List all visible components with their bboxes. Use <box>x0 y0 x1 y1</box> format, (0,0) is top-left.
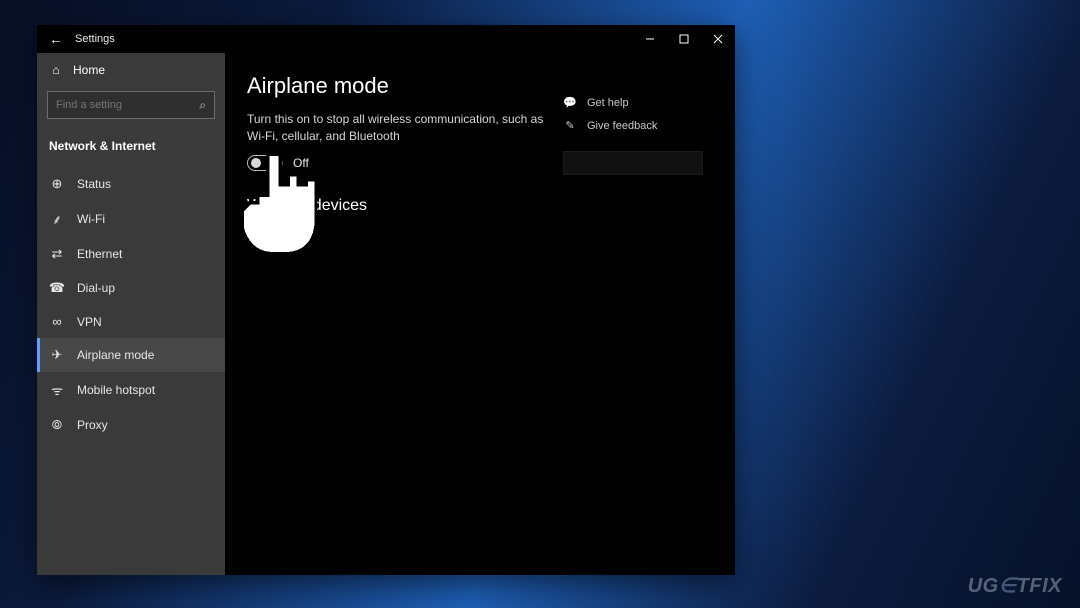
sidebar-item-label: Airplane mode <box>77 348 154 362</box>
proxy-icon: ⦾ <box>49 417 65 433</box>
window-controls <box>633 25 735 53</box>
sidebar-item-proxy[interactable]: ⦾ Proxy <box>37 408 225 442</box>
help-icon: 💬 <box>563 96 577 109</box>
airplane-toggle-label: Off <box>293 156 309 170</box>
status-icon: ⊕ <box>49 176 65 192</box>
sidebar-item-label: Ethernet <box>77 247 122 261</box>
page-description: Turn this on to stop all wireless commun… <box>247 111 563 145</box>
sidebar-item-label: Wi-Fi <box>77 212 105 226</box>
close-icon <box>713 34 723 44</box>
sidebar-item-ethernet[interactable]: ⇄ Ethernet <box>37 237 225 271</box>
sidebar-item-label: VPN <box>77 315 102 329</box>
hotspot-icon: ᯤ <box>49 381 65 399</box>
close-button[interactable] <box>701 25 735 53</box>
give-feedback-label: Give feedback <box>587 120 657 132</box>
give-feedback-link[interactable]: ✎ Give feedback <box>563 114 713 137</box>
sidebar-section-header: Network & Internet <box>37 129 225 161</box>
hidden-action-button[interactable] <box>563 151 703 175</box>
sidebar-item-dial-up[interactable]: ☎ Dial-up <box>37 271 225 305</box>
sidebar-item-label: Dial-up <box>77 281 115 295</box>
settings-window: ← Settings ⌂ Home ⌕ Network & Int <box>37 25 735 575</box>
sidebar-item-status[interactable]: ⊕ Status <box>37 167 225 201</box>
get-help-link[interactable]: 💬 Get help <box>563 91 713 114</box>
airplane-icon: ✈ <box>49 347 65 363</box>
minimize-icon <box>645 34 655 44</box>
content-area: Airplane mode Turn this on to stop all w… <box>225 53 735 575</box>
wireless-devices-header: Wireless devices <box>247 197 563 215</box>
window-body: ⌂ Home ⌕ Network & Internet ⊕ Status ⸙ Wi-F… <box>37 53 735 575</box>
wifi-icon: ⸙ <box>49 210 65 228</box>
watermark: UG∈TFIX <box>968 573 1062 598</box>
search-field[interactable] <box>56 99 199 111</box>
sidebar: ⌂ Home ⌕ Network & Internet ⊕ Status ⸙ Wi-F… <box>37 53 225 575</box>
airplane-toggle-row: Off <box>247 155 563 171</box>
feedback-icon: ✎ <box>563 119 577 132</box>
home-label: Home <box>73 63 105 77</box>
dialup-icon: ☎ <box>49 280 65 296</box>
sidebar-item-label: Mobile hotspot <box>77 383 155 397</box>
side-action-panel: 💬 Get help ✎ Give feedback <box>563 67 713 557</box>
page-title: Airplane mode <box>247 73 563 99</box>
search-input[interactable]: ⌕ <box>47 91 215 119</box>
airplane-toggle[interactable] <box>247 155 283 171</box>
sidebar-item-vpn[interactable]: ∞ VPN <box>37 305 225 338</box>
sidebar-item-wi-fi[interactable]: ⸙ Wi-Fi <box>37 201 225 237</box>
search-icon: ⌕ <box>199 98 206 113</box>
back-button[interactable]: ← <box>37 25 75 53</box>
vpn-icon: ∞ <box>49 314 65 329</box>
sidebar-item-label: Proxy <box>77 418 108 432</box>
ethernet-icon: ⇄ <box>49 246 65 262</box>
maximize-button[interactable] <box>667 25 701 53</box>
sidebar-nav-list: ⊕ Status ⸙ Wi-Fi ⇄ Ethernet ☎ Dial-up ∞ VPN ✈ Airpl… <box>37 167 225 442</box>
get-help-label: Get help <box>587 97 629 109</box>
nav-home[interactable]: ⌂ Home <box>37 53 225 87</box>
arrow-left-icon: ← <box>49 31 63 47</box>
window-title: Settings <box>75 33 115 45</box>
content-main: Airplane mode Turn this on to stop all w… <box>247 67 563 557</box>
sidebar-item-airplane-mode[interactable]: ✈ Airplane mode <box>37 338 225 372</box>
maximize-icon <box>679 34 689 44</box>
titlebar: ← Settings <box>37 25 735 53</box>
minimize-button[interactable] <box>633 25 667 53</box>
home-icon: ⌂ <box>49 63 63 77</box>
sidebar-item-label: Status <box>77 177 111 191</box>
sidebar-item-mobile-hotspot[interactable]: ᯤ Mobile hotspot <box>37 372 225 408</box>
